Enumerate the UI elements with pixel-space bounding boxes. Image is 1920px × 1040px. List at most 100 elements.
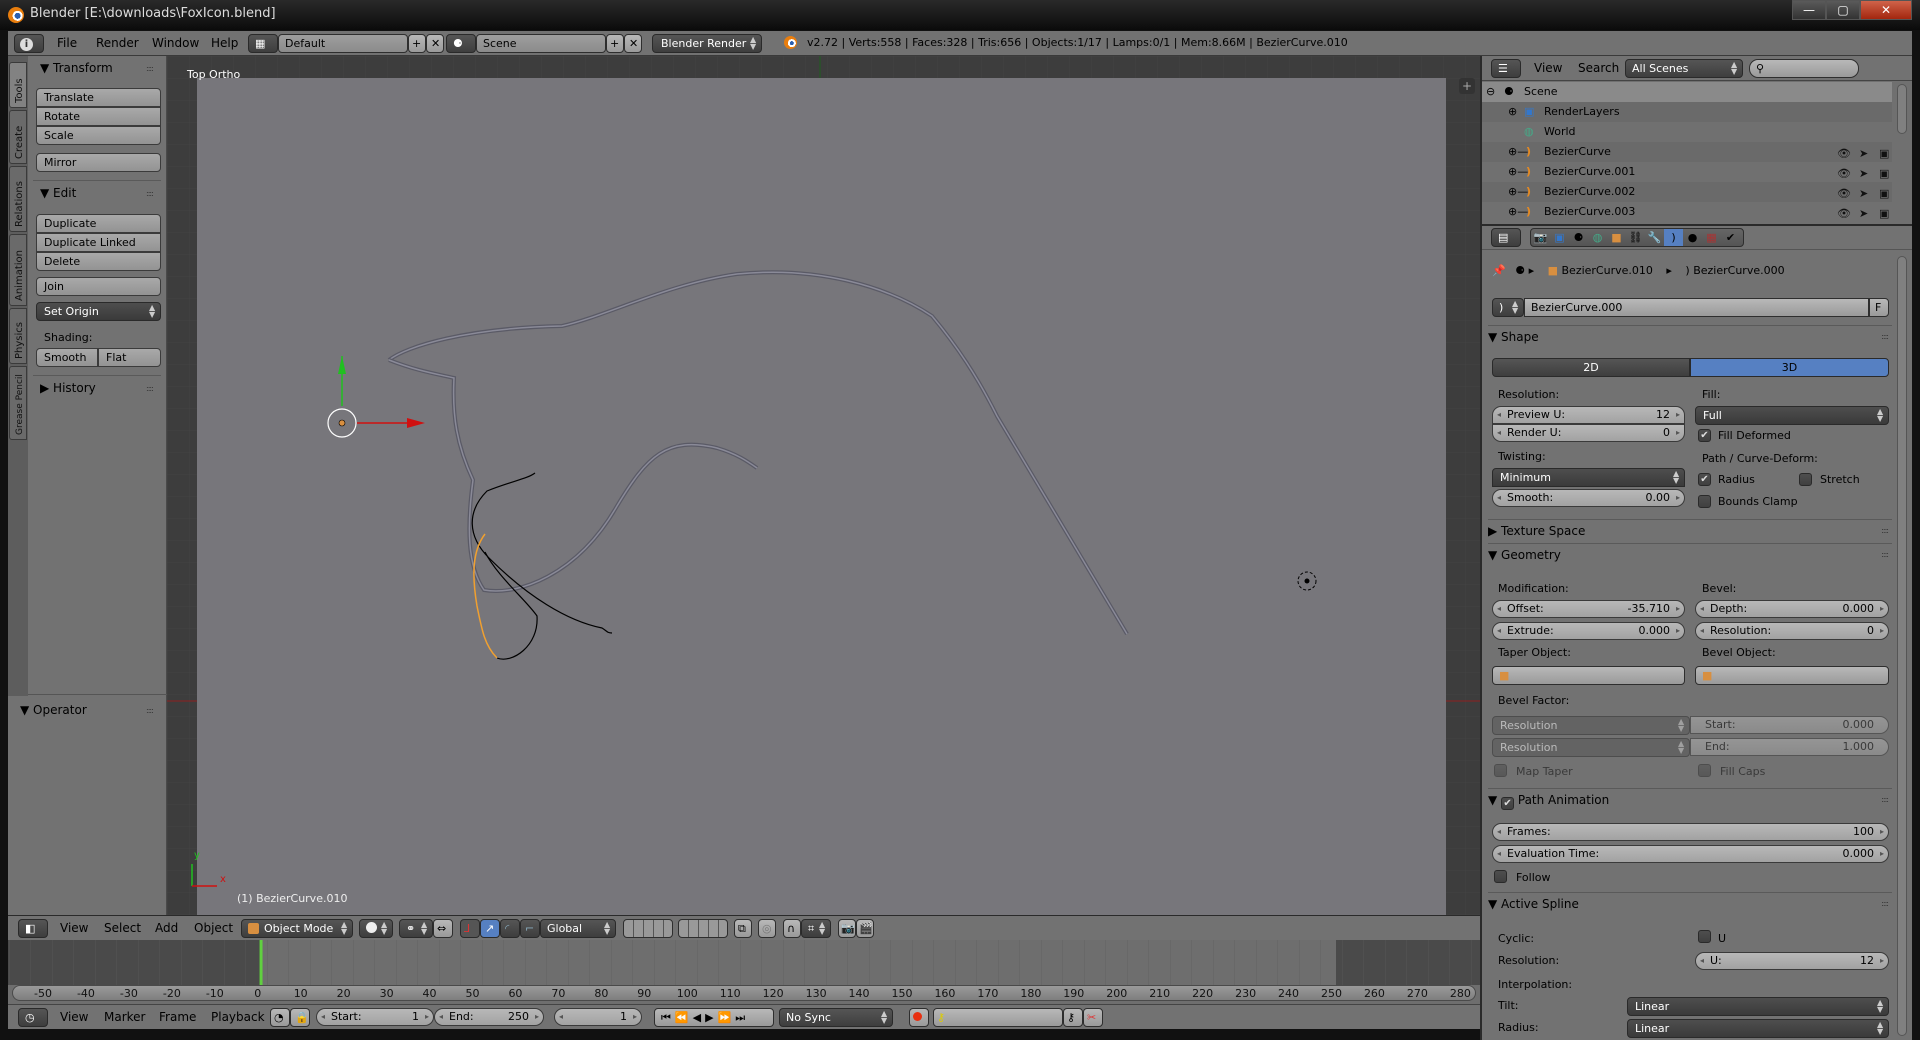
jump-start-icon[interactable]: ⏮ [661,1011,675,1024]
properties-toggle-plus-icon[interactable]: + [1459,78,1475,94]
remove-scene-button[interactable]: ✕ [624,34,642,53]
delete-button[interactable]: Delete [36,252,161,271]
map-taper-checkbox[interactable] [1494,764,1507,777]
proportional-editing-icon[interactable]: ◎ [758,919,776,938]
duplicate-button[interactable]: Duplicate [36,214,161,233]
curve-data-tab-icon[interactable]: ) [1664,229,1683,246]
smooth-field[interactable]: ◂ Smooth: 0.00 ▸ [1492,489,1685,507]
preview-u-field[interactable]: ◂ Preview U: 12 ▸ [1492,406,1685,424]
evaluation-time-field[interactable]: ◂ Evaluation Time: 0.000 ▸ [1492,845,1889,863]
manipulator-toggle-icon[interactable]: ⅃ [460,919,480,938]
fill-caps-checkbox[interactable] [1698,764,1711,777]
path-animation-panel-header[interactable]: ▼ ✔ Path Animation:::: [1488,788,1892,810]
opengl-render-image-icon[interactable]: 📷 [838,919,856,938]
bevel-factor-end-field[interactable]: End: 1.000 [1690,738,1889,756]
bevel-object-field[interactable]: ■ [1695,666,1889,685]
minimize-button[interactable]: — [1792,0,1826,20]
menu-render[interactable]: Render [96,36,139,50]
visibility-eye-icon[interactable]: 👁 [1837,164,1851,184]
twisting-dropdown[interactable]: Minimum ▲ ▼ [1492,468,1685,487]
render-tab-icon[interactable]: 📷 [1531,229,1550,246]
rotate-manipulator-icon[interactable]: ◜ [500,919,520,938]
drag-handle-icon[interactable]: :::: [146,706,154,715]
remove-screen-button[interactable]: ✕ [426,34,444,53]
playback-controls[interactable]: ⏮⏪◀▶⏩⏭ [654,1008,774,1027]
outliner-item-curve[interactable]: ⊕—) BezierCurve.003 [1482,202,1892,222]
menu-view[interactable]: View [1534,61,1562,75]
delete-keyframe-icon[interactable]: ✂ [1083,1008,1103,1027]
world-tab-icon[interactable]: ◍ [1588,229,1607,246]
render-engine-dropdown[interactable]: Blender Render ▲ ▼ [652,34,762,53]
end-frame-field[interactable]: ◂ End: 250 ▸ [434,1008,544,1026]
fill-deformed-checkbox[interactable]: ✔ [1698,429,1711,442]
bevel-resolution-field[interactable]: ◂ Resolution: 0 ▸ [1695,622,1889,640]
fox-head-curve[interactable] [388,358,759,593]
menu-playback[interactable]: Playback [211,1010,265,1024]
jump-end-icon[interactable]: ⏭ [735,1011,749,1024]
follow-checkbox[interactable] [1494,870,1507,883]
tab-grease-pencil[interactable]: Grease Pencil [9,366,27,440]
bevel-factor-start-mode-dropdown[interactable]: Resolution ▲ ▼ [1492,716,1690,735]
preview-range-icon[interactable]: ◔ [270,1008,290,1027]
render-camera-icon[interactable]: ▣ [1879,164,1889,184]
pin-icon[interactable]: 📌 [1492,264,1506,277]
timeline-ruler[interactable]: -50 -40 -30 -20 -10 0 10 20 30 40 50 60 70 80 90 100 110… [12,985,1476,1001]
display-mode-dropdown[interactable]: All Scenes ▲ ▼ [1625,59,1743,78]
editor-type-3d-icon[interactable]: ◧ [18,919,48,938]
manipulate-center-points-button[interactable]: ⇔ [433,919,453,938]
set-origin-dropdown[interactable]: Set Origin ▲ ▼ [36,302,161,321]
selectable-cursor-icon[interactable]: ➤ [1859,204,1868,224]
screen-layout-field[interactable]: Default [278,34,408,53]
outliner-item-world[interactable]: ◍ World [1482,122,1892,142]
scene-field[interactable]: Scene [476,34,606,53]
3d-viewport[interactable]: y x Top Ortho (1) BezierCurve.010 + [167,56,1480,915]
layers-grid-2[interactable] [678,919,728,938]
menu-view[interactable]: View [60,1010,88,1024]
mode-dropdown[interactable]: Object Mode ▲ ▼ [241,919,353,938]
menu-view[interactable]: View [60,921,88,935]
visibility-eye-icon[interactable]: 👁 [1837,144,1851,164]
editor-type-button[interactable]: i [14,34,44,53]
menu-add[interactable]: Add [155,921,178,935]
menu-object[interactable]: Object [194,921,233,935]
lock-time-icon[interactable]: 🔒 [290,1008,310,1027]
tab-physics[interactable]: Physics [9,308,27,364]
scale-manipulator-icon[interactable]: ⌐ [520,919,540,938]
datablock-name-field[interactable]: BezierCurve.000 [1524,298,1869,317]
start-frame-field[interactable]: ◂ Start: 1 ▸ [316,1008,434,1026]
add-screen-button[interactable]: + [408,34,426,53]
jump-keyframe-back-icon[interactable]: ⏪ [675,1011,693,1024]
outliner-search-input[interactable]: ⚲ [1749,59,1859,78]
properties-scrollbar[interactable] [1897,256,1907,1036]
selectable-cursor-icon[interactable]: ➤ [1859,184,1868,204]
translate-button[interactable]: Translate [36,88,161,107]
fill-dropdown[interactable]: Full ▲ ▼ [1695,406,1889,425]
manipulator-x-arrow-icon[interactable] [407,418,425,428]
outliner-scrollbar[interactable] [1897,84,1907,134]
geometry-panel-header[interactable]: ▼ Geometry:::: [1488,543,1892,565]
close-button[interactable]: ✕ [1860,0,1912,20]
screen-layout-icon[interactable]: ▦ [248,34,278,53]
frames-field[interactable]: ◂ Frames: 100 ▸ [1492,823,1889,841]
render-u-field[interactable]: ◂ Render U: 0 ▸ [1492,424,1685,442]
texture-space-panel-header[interactable]: ▶ Texture Space:::: [1488,519,1892,541]
manipulator-y-arrow-icon[interactable] [338,356,346,374]
spline-resolution-u-field[interactable]: ◂ U: 12 ▸ [1695,952,1889,970]
snap-magnet-icon[interactable]: ∩ [783,919,801,938]
menu-select[interactable]: Select [104,921,141,935]
tab-create[interactable]: Create [9,110,27,164]
tilt-interpolation-dropdown[interactable]: Linear ▲ ▼ [1627,997,1889,1016]
scale-button[interactable]: Scale [36,126,161,145]
lock-layers-icon[interactable]: ⧉ [734,919,752,938]
layers-grid-1[interactable] [623,919,673,938]
tab-animation[interactable]: Animation [9,234,27,306]
visibility-eye-icon[interactable]: 👁 [1837,184,1851,204]
menu-search[interactable]: Search [1578,61,1619,75]
auto-keyframe-record-button[interactable] [909,1008,929,1027]
path-animation-checkbox[interactable]: ✔ [1501,797,1515,810]
taper-object-field[interactable]: ■ [1492,666,1685,685]
material-tab-icon[interactable]: ● [1683,229,1702,246]
render-camera-icon[interactable]: ▣ [1879,184,1889,204]
drag-handle-icon[interactable]: :::: [146,384,154,393]
modifiers-tab-icon[interactable]: 🔧 [1645,229,1664,246]
